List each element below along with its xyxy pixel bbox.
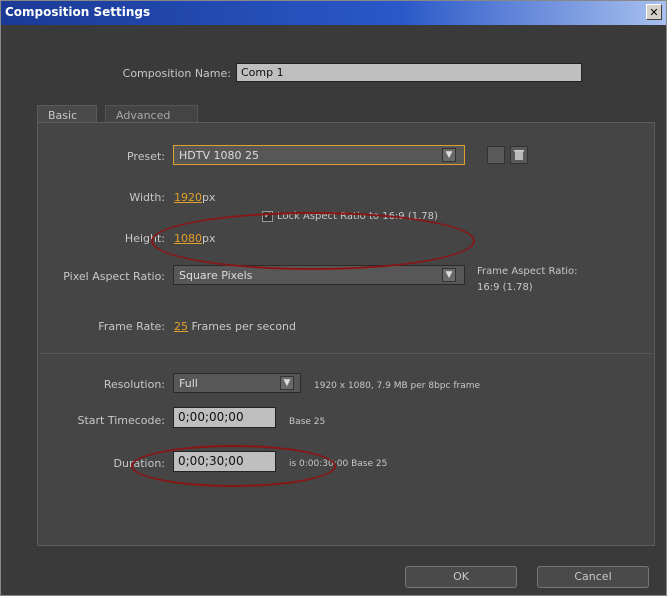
height-label: Height: (124, 232, 165, 245)
ok-button[interactable]: OK (405, 566, 517, 588)
comp-name-input[interactable]: Comp 1 (236, 63, 582, 82)
resolution-label: Resolution: (103, 378, 165, 391)
close-button[interactable]: ✕ (646, 4, 662, 20)
frame-rate-suffix: Frames per second (191, 320, 297, 333)
preset-dropdown[interactable]: HDTV 1080 25 ▼ (173, 145, 465, 165)
delete-preset-icon[interactable] (510, 146, 528, 164)
title-bar: Composition Settings ✕ (1, 1, 666, 25)
chevron-down-icon: ▼ (442, 268, 456, 282)
resolution-value: Full (179, 377, 198, 390)
start-timecode-info: Base 25 (289, 417, 326, 427)
start-timecode-label: Start Timecode: (77, 414, 165, 427)
tab-advanced[interactable]: Advanced (105, 105, 198, 123)
resolution-dropdown[interactable]: Full ▼ (173, 373, 301, 393)
frame-rate-field[interactable]: 25 Frames per second (174, 320, 296, 333)
cancel-button[interactable]: Cancel (537, 566, 649, 588)
width-unit: px (202, 191, 216, 204)
width-value[interactable]: 1920 (174, 191, 202, 204)
start-timecode-input[interactable]: 0;00;00;00 (173, 407, 276, 428)
frame-aspect-value: 16:9 (1.78) (477, 282, 533, 293)
height-annotation-ellipse (151, 212, 475, 270)
frame-rate-label: Frame Rate: (98, 320, 165, 333)
window-title: Composition Settings (5, 5, 151, 19)
frame-aspect-title: Frame Aspect Ratio: (477, 266, 578, 277)
divider (41, 353, 651, 354)
save-preset-icon[interactable] (487, 146, 505, 164)
chevron-down-icon: ▼ (280, 376, 294, 390)
chevron-down-icon: ▼ (442, 148, 456, 162)
resolution-info: 1920 x 1080, 7.9 MB per 8bpc frame (314, 381, 481, 391)
preset-label: Preset: (126, 150, 165, 163)
comp-name-label: Composition Name: (122, 67, 231, 80)
basic-settings-panel (37, 122, 655, 546)
tab-basic[interactable]: Basic (37, 105, 97, 123)
width-label: Width: (129, 191, 165, 204)
par-value: Square Pixels (179, 269, 253, 282)
par-label: Pixel Aspect Ratio: (63, 270, 165, 283)
frame-rate-value[interactable]: 25 (174, 320, 188, 333)
width-field[interactable]: 1920px (174, 191, 216, 204)
duration-annotation-ellipse (131, 445, 336, 487)
preset-value: HDTV 1080 25 (179, 149, 259, 162)
composition-settings-dialog: Composition Settings ✕ Composition Name:… (0, 0, 667, 596)
